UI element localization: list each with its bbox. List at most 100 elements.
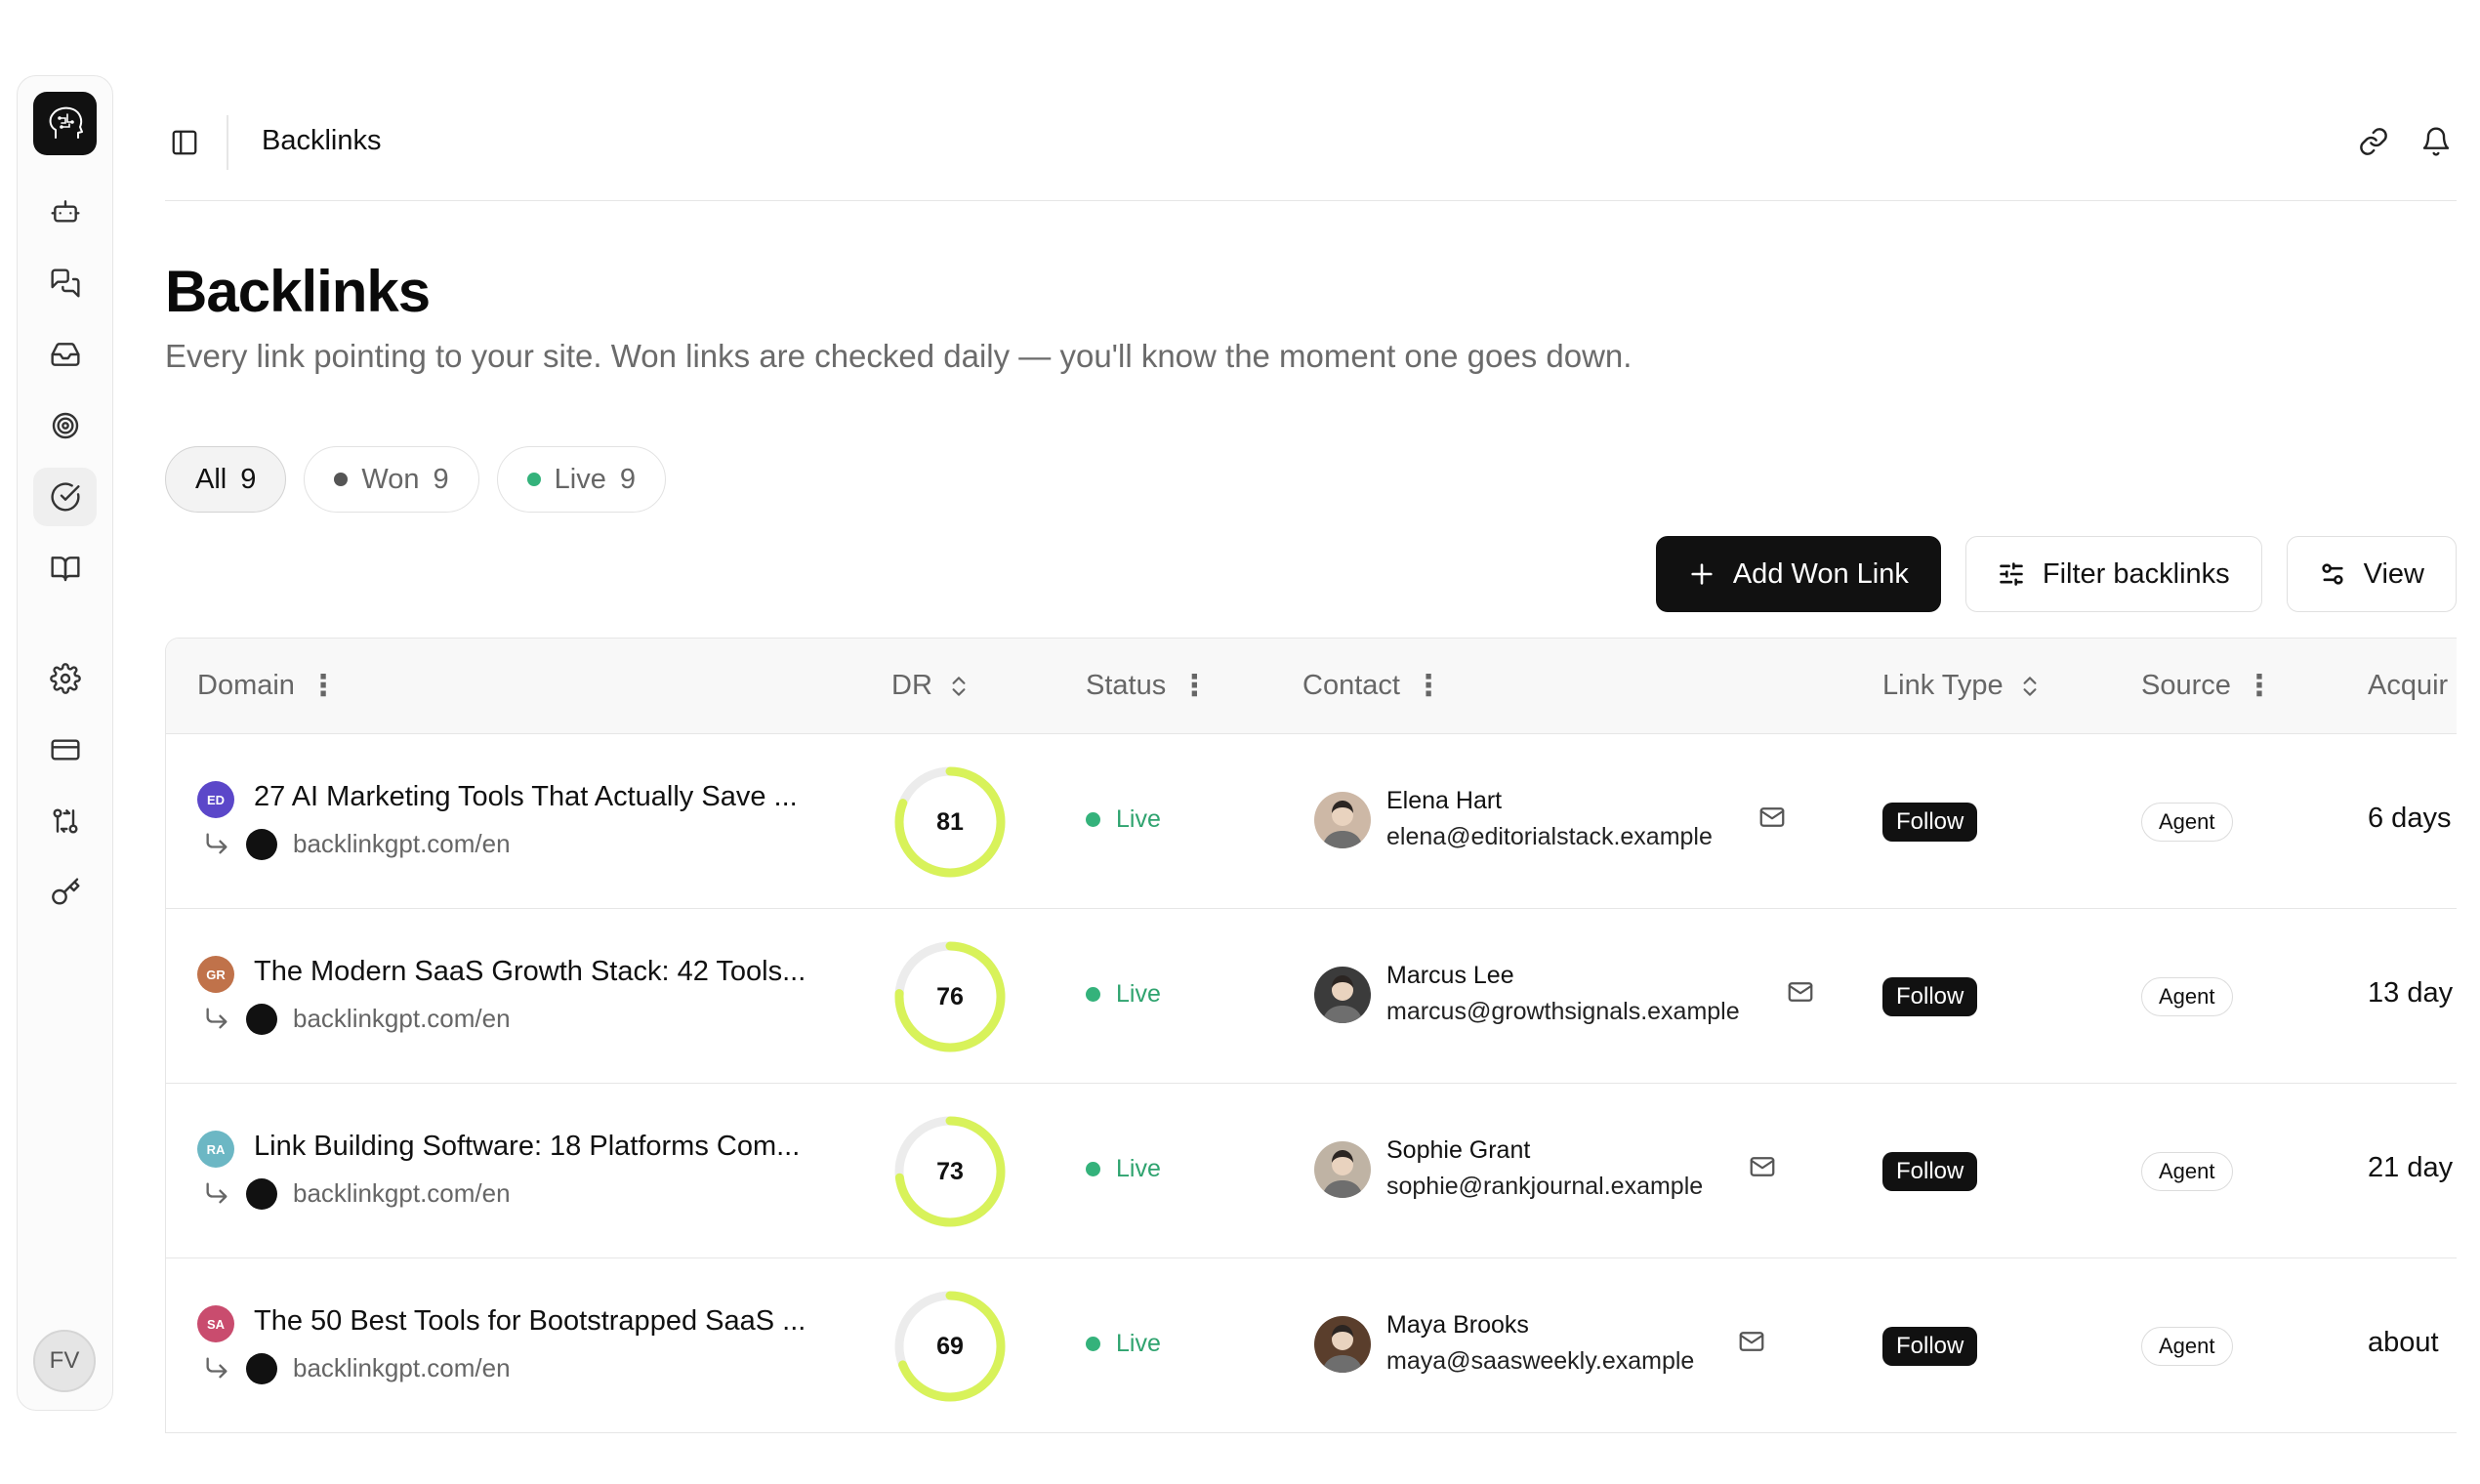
- target-url[interactable]: backlinkgpt.com/en: [293, 1178, 511, 1209]
- contact-email: elena@editorialstack.example: [1386, 823, 1713, 850]
- status-badge: Live: [1086, 1330, 1161, 1358]
- top-bar: Backlinks: [165, 115, 2457, 201]
- sidebar-item-messages[interactable]: [33, 254, 97, 312]
- acquired-date: 6 days: [2368, 803, 2452, 834]
- status-label: Live: [1116, 1330, 1161, 1357]
- column-label: Status: [1086, 670, 1167, 701]
- status-badge: Live: [1086, 980, 1161, 1009]
- copy-link-button[interactable]: [2353, 121, 2394, 162]
- site-favicon: [246, 829, 277, 860]
- panel-left-icon: [172, 130, 197, 155]
- git-compare-icon: [52, 808, 78, 834]
- backlinks-table: Domain ⋮ DR Status ⋮ Contact ⋮ Link Type…: [165, 638, 2457, 1433]
- contact-avatar: [1314, 1141, 1371, 1198]
- contact-email: maya@saasweekly.example: [1386, 1347, 1695, 1375]
- domain-badge: SA: [197, 1305, 234, 1342]
- table-row[interactable]: SA The 50 Best Tools for Bootstrapped Sa…: [166, 1258, 2457, 1432]
- mail-icon[interactable]: [1757, 803, 1789, 834]
- contact-name: Elena Hart: [1386, 787, 1503, 814]
- sidebar-toggle-button[interactable]: [165, 123, 204, 162]
- link-type-badge: Follow: [1882, 803, 1978, 842]
- column-contact[interactable]: Contact ⋮: [1302, 670, 1443, 702]
- dr-score-ring: 76: [891, 938, 1009, 1055]
- contact-avatar: [1314, 967, 1371, 1023]
- dr-score: 81: [936, 807, 964, 836]
- notifications-button[interactable]: [2416, 121, 2457, 162]
- target-url[interactable]: backlinkgpt.com/en: [293, 1004, 511, 1034]
- acquired-date: 13 day: [2368, 977, 2454, 1009]
- sidebar-item-library[interactable]: [33, 539, 97, 598]
- check-circle-icon: [50, 482, 80, 512]
- live-dot-icon: [1086, 1337, 1100, 1351]
- corner-down-right-icon: [203, 830, 230, 857]
- article-title[interactable]: The Modern SaaS Growth Stack: 42 Tools..…: [254, 956, 806, 988]
- sidebar-item-backlinks[interactable]: [33, 468, 97, 526]
- table-header: Domain ⋮ DR Status ⋮ Contact ⋮ Link Type…: [166, 639, 2457, 734]
- sidebar-item-api-keys[interactable]: [33, 863, 97, 922]
- filter-backlinks-button[interactable]: Filter backlinks: [1964, 536, 2262, 612]
- contact-avatar: [1314, 792, 1371, 848]
- chevrons-up-down-icon[interactable]: [2017, 674, 2043, 699]
- column-acquired[interactable]: Acquir: [2368, 670, 2448, 702]
- more-vertical-icon[interactable]: ⋮: [1179, 671, 1209, 701]
- table-row[interactable]: GR The Modern SaaS Growth Stack: 42 Tool…: [166, 909, 2457, 1084]
- target-url[interactable]: backlinkgpt.com/en: [293, 829, 511, 859]
- key-icon: [51, 878, 80, 905]
- status-label: Live: [1116, 980, 1161, 1008]
- sidebar-item-targets[interactable]: [33, 396, 97, 455]
- domain-badge: ED: [197, 781, 234, 818]
- user-avatar[interactable]: FV: [33, 1330, 96, 1392]
- sidebar-item-settings[interactable]: [33, 649, 97, 708]
- column-dr[interactable]: DR: [891, 670, 971, 702]
- more-vertical-icon[interactable]: ⋮: [1414, 671, 1443, 701]
- status-label: Live: [1116, 1155, 1161, 1182]
- status-label: Live: [1116, 805, 1161, 833]
- filter-count: 9: [619, 463, 636, 495]
- sidebar-item-integrations[interactable]: [33, 792, 97, 850]
- sidebar-item-inbox[interactable]: [33, 325, 97, 384]
- article-title[interactable]: The 50 Best Tools for Bootstrapped SaaS …: [254, 1305, 806, 1338]
- app-root: FV Backlinks Backlinks Every link pointi…: [0, 0, 2480, 1484]
- live-dot-icon: [1086, 987, 1100, 1002]
- app-logo[interactable]: [33, 92, 97, 155]
- column-link-type[interactable]: Link Type: [1882, 670, 2043, 702]
- view-label: View: [2363, 557, 2424, 590]
- contact-name: Marcus Lee: [1386, 962, 1514, 989]
- contact-name: Sophie Grant: [1386, 1136, 1531, 1164]
- table-row[interactable]: ED 27 AI Marketing Tools That Actually S…: [166, 734, 2457, 909]
- more-vertical-icon[interactable]: ⋮: [2245, 671, 2274, 701]
- filter-won[interactable]: Won 9: [304, 446, 479, 513]
- mail-icon[interactable]: [1748, 1152, 1779, 1183]
- table-row[interactable]: RA Link Building Software: 18 Platforms …: [166, 1084, 2457, 1258]
- article-title[interactable]: Link Building Software: 18 Platforms Com…: [254, 1131, 800, 1163]
- filter-label: All: [195, 463, 227, 495]
- article-title[interactable]: 27 AI Marketing Tools That Actually Save…: [254, 781, 798, 813]
- filter-all[interactable]: All 9: [165, 446, 287, 513]
- column-label: Contact: [1302, 670, 1400, 701]
- column-label: Source: [2141, 670, 2231, 701]
- sidebar-item-billing[interactable]: [33, 721, 97, 779]
- column-status[interactable]: Status ⋮: [1086, 670, 1209, 702]
- column-source[interactable]: Source ⋮: [2141, 670, 2274, 702]
- link-type-badge: Follow: [1882, 977, 1978, 1016]
- bot-icon: [50, 200, 80, 223]
- corner-down-right-icon: [203, 1354, 230, 1381]
- dr-score-ring: 69: [891, 1288, 1009, 1405]
- corner-down-right-icon: [203, 1005, 230, 1032]
- plus-icon: [1691, 563, 1713, 585]
- mail-icon[interactable]: [1786, 977, 1817, 1009]
- target-url[interactable]: backlinkgpt.com/en: [293, 1353, 511, 1383]
- sidebar-item-agents[interactable]: [33, 183, 97, 241]
- mail-icon[interactable]: [1737, 1327, 1768, 1358]
- site-favicon: [246, 1353, 277, 1384]
- chevrons-up-down-icon[interactable]: [946, 674, 971, 699]
- column-domain[interactable]: Domain ⋮: [197, 670, 338, 702]
- filter-live[interactable]: Live 9: [496, 446, 666, 513]
- messages-icon: [50, 268, 80, 298]
- dr-score-ring: 73: [891, 1113, 1009, 1230]
- column-label: Domain: [197, 670, 295, 701]
- brain-head-icon: [49, 106, 83, 139]
- view-options-button[interactable]: View: [2286, 536, 2457, 612]
- add-won-link-button[interactable]: Add Won Link: [1655, 536, 1941, 612]
- more-vertical-icon[interactable]: ⋮: [309, 671, 338, 701]
